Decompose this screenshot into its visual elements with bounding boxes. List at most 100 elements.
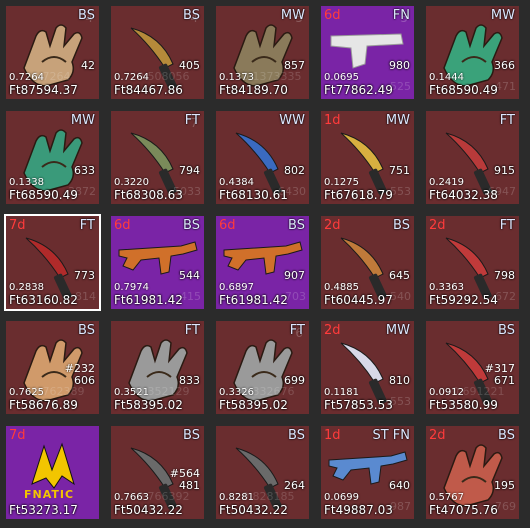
item-price: Ft58395.02 [219,398,288,412]
condition-badge: BS [183,218,200,233]
inventory-item[interactable]: 7 5033 FT 794 0.3220 Ft68308.63 [109,109,206,206]
item-count: 907 [284,269,305,282]
float-value: 0.5767 [429,492,464,503]
inventory-item[interactable]: 5 525 6d FN 980 0.0695 Ft77862.49 [319,4,416,101]
item-price: Ft58676.89 [9,398,78,412]
item-count: 810 [389,374,410,387]
ghost-tail-text: 525 [390,80,411,93]
float-value: 0.4885 [324,282,359,293]
item-price: Ft61981.42 [114,293,183,307]
item-price: Ft59292.54 [429,293,498,307]
inventory-item[interactable]: 540 2d BS 645 0.4885 Ft60445.97 [319,214,416,311]
condition-badge: FT [79,218,95,233]
inventory-item[interactable]: 987 1d ST FN 640 0.0699 Ft49887.03 [319,424,416,521]
item-count: 42 [81,59,95,72]
item-price: Ft49887.03 [324,503,393,517]
condition-badge: BS [288,218,305,233]
item-count: 645 [389,269,410,282]
condition-badge: MW [385,113,410,128]
days-badge: 1d [324,428,341,443]
float-value: 0.1181 [324,387,359,398]
inventory-item[interactable]: 672 2d FT 798 0.3363 Ft59292.54 [424,214,521,311]
condition-badge: FT [289,323,305,338]
float-value: 0.0912 [429,387,464,398]
condition-badge: ST FN [372,428,410,443]
item-count: 798 [494,269,515,282]
inventory-item[interactable]: 6947 FT 915 0.2419 Ft64032.38 [424,109,521,206]
ghost-tail-text: 415 [180,290,201,303]
item-price: Ft84189.70 [219,83,288,97]
item-count: 802 [284,164,305,177]
ghost-tail-text: 553 [390,395,411,408]
item-count: 544 [179,269,200,282]
inventory-item[interactable]: 814 7d FT 773 0.2838 Ft63160.82 [4,214,101,311]
days-badge: 6d [324,8,341,23]
inventory-item[interactable]: 0.691221 BS #317 671 0.0912 Ft53580.99 [424,319,521,416]
item-count: 405 [179,59,200,72]
inventory-item[interactable]: 553 2d MW 810 0.1181 Ft57853.53 [319,319,416,416]
condition-badge: MW [490,8,515,23]
inventory-item[interactable]: 415 6d BS 544 0.7974 Ft61981.42 [109,214,206,311]
item-price: Ft84467.86 [114,83,183,97]
inventory-item[interactable]: FNATIC 7d Ft53273.17 [4,424,101,521]
days-badge: 7d [9,218,26,233]
inventory-grid: 4 0.7264 BS 42 0.7264 Ft87594.37 4 0.508056 BS 40… [4,4,521,521]
item-count: 640 [389,479,410,492]
item-price: Ft47075.76 [429,503,498,517]
item-price: Ft58395.02 [114,398,183,412]
days-badge: 6d [114,218,131,233]
inventory-item[interactable]: 6 0.332676 FT 699 0.3326 Ft58395.02 [214,319,311,416]
item-count: 366 [494,59,515,72]
item-price: Ft50432.22 [114,503,183,517]
condition-badge: WW [279,113,305,128]
float-value: 0.0699 [324,492,359,503]
condition-badge: FT [184,113,200,128]
item-price: Ft60445.97 [324,293,393,307]
ghost-tail-text: 540 [390,290,411,303]
inventory-item[interactable]: 0.828185 BS 264 0.8281 Ft50432.22 [214,424,311,521]
float-value: 0.1275 [324,177,359,188]
float-value: 0.7663 [114,492,149,503]
float-value: 0.2419 [429,177,464,188]
inventory-item[interactable]: 6430 WW 802 0.4384 Ft68130.61 [214,109,311,206]
float-value: 0.1338 [9,177,44,188]
float-value: 0.0695 [324,72,359,83]
ghost-tail-text: 769 [495,500,516,513]
float-value: 0.3326 [219,387,254,398]
inventory-item[interactable]: 0.762389 BS #232 606 0.7625 Ft58676.89 [4,319,101,416]
item-price: Ft50432.22 [219,503,288,517]
item-price: Ft64032.38 [429,188,498,202]
condition-badge: BS [78,8,95,23]
inventory-item[interactable]: 4 0.7264 BS 42 0.7264 Ft87594.37 [4,4,101,101]
float-value: 0.3521 [114,387,149,398]
float-value: 0.2838 [9,282,44,293]
condition-badge: BS [393,218,410,233]
item-price: Ft67618.79 [324,188,393,202]
item-price: Ft77862.49 [324,83,393,97]
item-price: Ft57853.53 [324,398,393,412]
ghost-tail-text: 471 [495,80,516,93]
float-value: 0.4384 [219,177,254,188]
inventory-item[interactable]: 5 0.1373335 MW 857 0.1373 Ft84189.70 [214,4,311,101]
days-badge: 2d [324,323,341,338]
item-price: Ft87594.37 [9,83,78,97]
inventory-item[interactable]: 0.352129 FT 833 0.3521 Ft58395.02 [109,319,206,416]
ghost-tail-text: 703 [285,290,306,303]
inventory-item[interactable]: 769 2d BS 195 0.5767 Ft47075.76 [424,424,521,521]
float-value: 0.3220 [114,177,149,188]
condition-badge: BS [78,323,95,338]
item-price: Ft68130.61 [219,188,288,202]
inventory-item[interactable]: 3872 MW 633 0.1338 Ft68590.49 [4,109,101,206]
inventory-item[interactable]: 0.766392 BS #564 481 0.7663 Ft50432.22 [109,424,206,521]
condition-badge: BS [498,323,515,338]
item-count: 751 [389,164,410,177]
item-count: 857 [284,59,305,72]
condition-badge: BS [498,428,515,443]
item-count: 264 [284,479,305,492]
inventory-item[interactable]: 471 MW 366 0.1444 Ft68590.49 [424,4,521,101]
inventory-item[interactable]: 703 6d BS 907 0.6897 Ft61981.42 [214,214,311,311]
inventory-item[interactable]: 4 0.508056 BS 405 0.7264 Ft84467.86 [109,4,206,101]
inventory-item[interactable]: 553 1d MW 751 0.1275 Ft67618.79 [319,109,416,206]
item-count: 481 [179,479,200,492]
item-count: 915 [494,164,515,177]
